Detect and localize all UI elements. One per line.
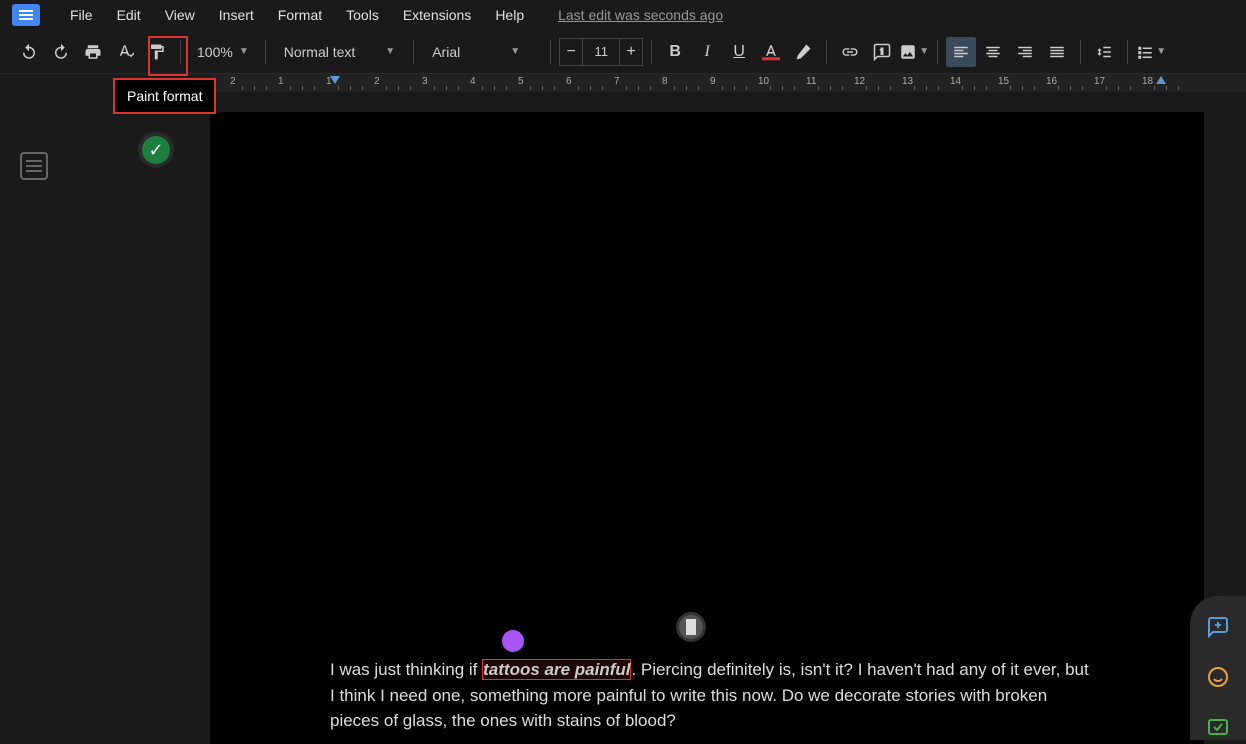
document-text[interactable]: I was just thinking if tattoos are painf… — [330, 657, 1090, 734]
link-button[interactable] — [835, 37, 865, 67]
outline-toggle-button[interactable] — [20, 152, 48, 180]
redo-button[interactable] — [46, 37, 76, 67]
ruler-number: 4 — [470, 76, 476, 87]
page-area: ✓ I was just thinking if tattoos are pai… — [68, 92, 1246, 744]
ruler-number: 17 — [1094, 76, 1105, 87]
ruler-number: 14 — [950, 76, 961, 87]
collaborator-cursor-1 — [500, 628, 526, 654]
italic-button[interactable]: I — [692, 37, 722, 67]
font-size-control: − + — [559, 38, 643, 66]
last-edit-link[interactable]: Last edit was seconds ago — [558, 7, 723, 23]
ruler-number: 5 — [518, 76, 524, 87]
toolbar: 100%▼ Normal text▼ Arial▼ − + B I U ▼ ▼ — [0, 30, 1246, 74]
collaborator-cursor-2 — [676, 612, 706, 642]
emoji-rail-button[interactable] — [1205, 664, 1231, 690]
paint-format-button[interactable] — [142, 37, 172, 67]
ruler-number: 2 — [374, 76, 380, 87]
text-color-button[interactable] — [756, 37, 786, 67]
ruler-number: 8 — [662, 76, 668, 87]
ruler-number: 1 — [326, 76, 332, 87]
ruler[interactable]: 21123456789101112131415161718 — [210, 74, 1246, 92]
ruler-number: 10 — [758, 76, 769, 87]
ruler-number: 13 — [902, 76, 913, 87]
ruler-number: 7 — [614, 76, 620, 87]
ruler-number: 12 — [854, 76, 865, 87]
document-page[interactable]: I was just thinking if tattoos are painf… — [210, 112, 1204, 744]
ruler-number: 18 — [1142, 76, 1153, 87]
highlight-button[interactable] — [788, 37, 818, 67]
ruler-number: 6 — [566, 76, 572, 87]
line-spacing-button[interactable] — [1089, 37, 1119, 67]
menu-extensions[interactable]: Extensions — [393, 3, 481, 27]
ruler-number: 16 — [1046, 76, 1057, 87]
undo-button[interactable] — [14, 37, 44, 67]
spellcheck-button[interactable] — [110, 37, 140, 67]
menu-view[interactable]: View — [155, 3, 205, 27]
ruler-number: 1 — [278, 76, 284, 87]
menu-help[interactable]: Help — [485, 3, 534, 27]
ruler-number: 9 — [710, 76, 716, 87]
underline-button[interactable]: U — [724, 37, 754, 67]
zoom-selector[interactable]: 100%▼ — [189, 44, 257, 60]
menubar: File Edit View Insert Format Tools Exten… — [0, 0, 1246, 30]
align-right-button[interactable] — [1010, 37, 1040, 67]
menu-edit[interactable]: Edit — [107, 3, 151, 27]
font-size-increase[interactable]: + — [619, 38, 643, 66]
ruler-number: 3 — [422, 76, 428, 87]
text-pre[interactable]: I was just thinking if — [330, 660, 482, 679]
menu-tools[interactable]: Tools — [336, 3, 389, 27]
align-center-button[interactable] — [978, 37, 1008, 67]
ruler-number: 15 — [998, 76, 1009, 87]
left-panel — [0, 92, 68, 744]
comment-button[interactable] — [867, 37, 897, 67]
print-button[interactable] — [78, 37, 108, 67]
add-comment-rail-button[interactable] — [1205, 614, 1231, 640]
ruler-number: 2 — [230, 76, 236, 87]
font-size-decrease[interactable]: − — [559, 38, 583, 66]
suggest-rail-button[interactable] — [1205, 714, 1231, 740]
paint-format-tooltip: Paint format — [113, 78, 216, 114]
menu-insert[interactable]: Insert — [209, 3, 264, 27]
style-selector[interactable]: Normal text▼ — [274, 44, 405, 60]
bold-button[interactable]: B — [660, 37, 690, 67]
font-selector[interactable]: Arial▼ — [422, 44, 542, 60]
align-left-button[interactable] — [946, 37, 976, 67]
ruler-number: 11 — [806, 76, 816, 87]
image-button[interactable]: ▼ — [899, 37, 929, 67]
checklist-button[interactable]: ▼ — [1136, 37, 1166, 67]
check-badge-icon[interactable]: ✓ — [138, 132, 174, 168]
font-size-input[interactable] — [583, 38, 619, 66]
highlighted-text[interactable]: tattoos are painful — [482, 659, 631, 680]
align-justify-button[interactable] — [1042, 37, 1072, 67]
right-rail — [1190, 596, 1246, 740]
workspace: ✓ I was just thinking if tattoos are pai… — [0, 92, 1246, 744]
menu-file[interactable]: File — [60, 3, 103, 27]
docs-logo-icon[interactable] — [12, 4, 40, 26]
menu-format[interactable]: Format — [268, 3, 332, 27]
